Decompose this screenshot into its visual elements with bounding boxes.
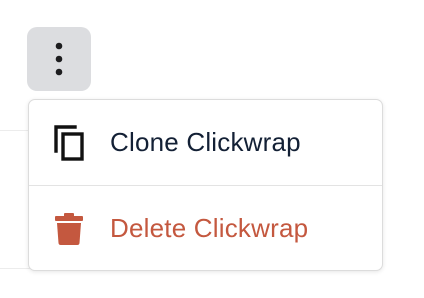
page: Clone Clickwrap Delete Clickwrap [0, 0, 424, 298]
delete-clickwrap-label: Delete Clickwrap [110, 213, 309, 243]
dropdown-menu: Clone Clickwrap Delete Clickwrap [28, 99, 383, 271]
more-options-button[interactable] [27, 27, 91, 91]
vertical-ellipsis-icon [55, 42, 63, 76]
delete-clickwrap-menu-item[interactable]: Delete Clickwrap [29, 186, 382, 270]
clone-clickwrap-label: Clone Clickwrap [110, 127, 301, 157]
copy-icon [53, 124, 85, 161]
trash-icon [53, 211, 85, 247]
clone-clickwrap-menu-item[interactable]: Clone Clickwrap [29, 100, 382, 185]
